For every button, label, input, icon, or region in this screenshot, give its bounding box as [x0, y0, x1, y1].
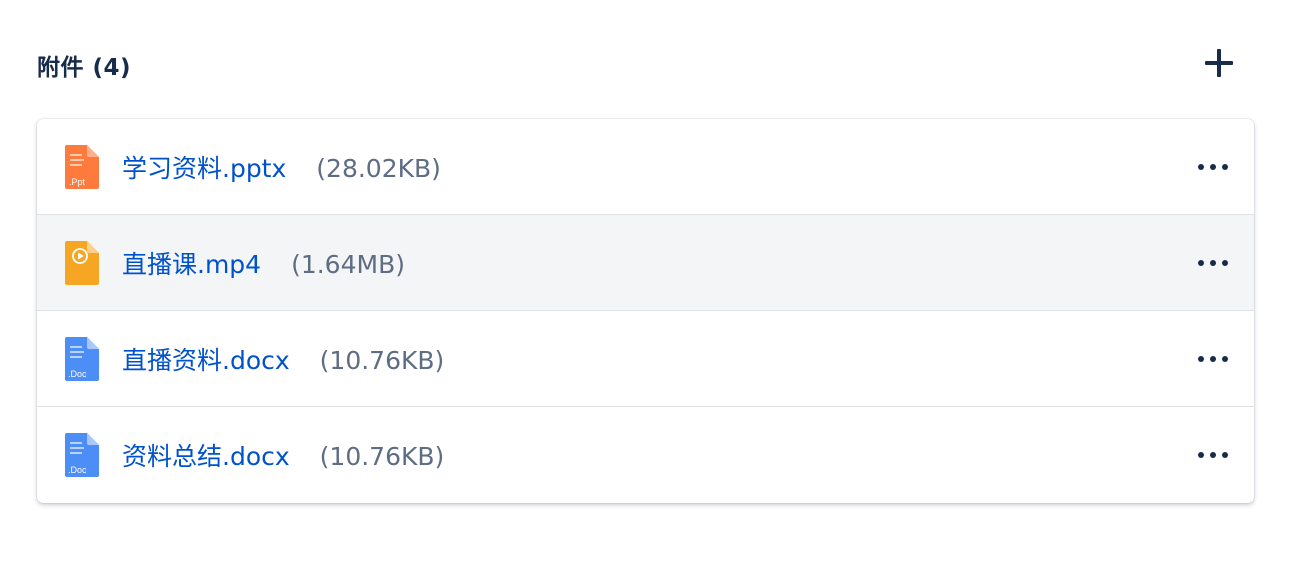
more-horizontal-icon	[1198, 356, 1204, 362]
attachment-list: .Ppt 学习资料.pptx (28.02KB) 直播课.mp4 (1.64MB)	[37, 119, 1254, 503]
attachment-row[interactable]: .Doc 资料总结.docx (10.76KB)	[37, 407, 1254, 503]
svg-text:.Doc: .Doc	[68, 465, 87, 475]
attachment-name-link[interactable]: 直播课.mp4 (1.64MB)	[122, 245, 405, 281]
attachment-row[interactable]: .Doc 直播资料.docx (10.76KB)	[37, 311, 1254, 407]
more-options-button[interactable]	[1198, 443, 1228, 467]
svg-text:.Ppt: .Ppt	[69, 177, 86, 187]
more-options-button[interactable]	[1198, 347, 1228, 371]
attachments-title: 附件 (4)	[37, 55, 132, 81]
attachment-row[interactable]: .Ppt 学习资料.pptx (28.02KB)	[37, 119, 1254, 215]
attachment-row[interactable]: 直播课.mp4 (1.64MB)	[37, 215, 1254, 311]
attachments-header: 附件 (4)	[37, 40, 1254, 88]
more-horizontal-icon	[1198, 260, 1204, 266]
more-options-button[interactable]	[1198, 251, 1228, 275]
doc-file-icon: .Doc	[65, 433, 99, 477]
attachment-size: (28.02KB)	[316, 154, 441, 183]
attachment-name-link[interactable]: 直播资料.docx (10.76KB)	[122, 341, 444, 377]
ppt-file-icon: .Ppt	[65, 145, 99, 189]
more-horizontal-icon	[1198, 164, 1204, 170]
add-attachment-button[interactable]	[1202, 46, 1236, 80]
svg-text:.Doc: .Doc	[68, 369, 87, 379]
attachment-size: (1.64MB)	[291, 250, 405, 279]
attachment-name-link[interactable]: 学习资料.pptx (28.02KB)	[122, 149, 441, 185]
attachment-size: (10.76KB)	[319, 442, 445, 471]
attachment-name-link[interactable]: 资料总结.docx (10.76KB)	[122, 437, 444, 473]
attachment-size: (10.76KB)	[319, 346, 445, 375]
video-file-icon	[65, 241, 99, 285]
more-horizontal-icon	[1198, 452, 1204, 458]
doc-file-icon: .Doc	[65, 337, 99, 381]
more-options-button[interactable]	[1198, 155, 1228, 179]
